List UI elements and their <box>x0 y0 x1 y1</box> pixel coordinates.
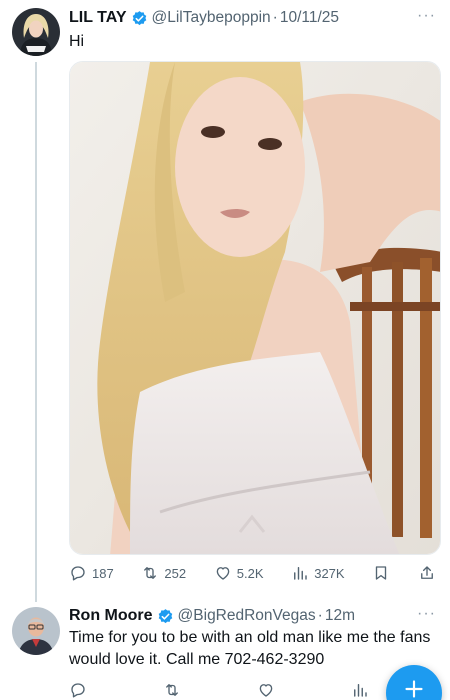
reply-reply-button[interactable] <box>69 681 87 699</box>
bookmark-button[interactable] <box>372 564 390 582</box>
reply-text: Time for you to be with an old man like … <box>69 629 431 668</box>
repost-icon <box>144 567 157 579</box>
share-icon <box>421 566 433 579</box>
more-options-icon[interactable]: ··· <box>417 605 436 623</box>
tweet-actions: 187 252 5.2K 327K <box>69 561 436 585</box>
heart-icon <box>259 684 273 697</box>
main-tweet[interactable]: LIL TAY @LilTaybepoppin · 10/11/25 ··· H… <box>0 0 450 595</box>
verified-badge-icon <box>157 608 174 625</box>
tweet-text: Hi <box>69 33 85 50</box>
heart-icon <box>216 567 230 580</box>
share-button[interactable] <box>418 564 436 582</box>
views-button[interactable]: 327K <box>291 564 345 582</box>
tweet-photo[interactable] <box>69 61 441 555</box>
plus-icon <box>405 680 423 698</box>
reply-time[interactable]: 12m <box>325 607 355 625</box>
separator: · <box>317 607 323 624</box>
reply-header: Ron Moore @BigRedRonVegas · 12m ··· <box>69 605 436 627</box>
verified-badge-icon <box>131 10 148 27</box>
reply-button[interactable]: 187 <box>69 564 114 582</box>
repost-count: 252 <box>164 565 187 581</box>
separator: · <box>272 9 278 26</box>
reply-icon <box>71 683 85 698</box>
reply-count: 187 <box>92 565 114 581</box>
reply-author-name[interactable]: Ron Moore <box>69 607 153 625</box>
repost-button[interactable]: 252 <box>141 564 186 582</box>
views-icon <box>294 567 307 580</box>
more-options-icon[interactable]: ··· <box>417 7 436 25</box>
author-name[interactable]: LIL TAY <box>69 9 127 27</box>
tweet-date[interactable]: 10/11/25 <box>280 9 339 27</box>
views-icon <box>354 684 367 697</box>
reply-like-button[interactable] <box>257 681 275 699</box>
reply-views-button[interactable] <box>351 681 369 699</box>
like-count: 5.2K <box>236 565 264 581</box>
reply-repost-button[interactable] <box>163 681 181 699</box>
repost-icon <box>166 684 178 696</box>
avatar[interactable] <box>12 8 60 56</box>
like-button[interactable]: 5.2K <box>214 564 264 582</box>
reply-actions <box>69 679 369 700</box>
view-count: 327K <box>314 565 345 581</box>
reply-icon <box>71 566 85 581</box>
author-handle[interactable]: @LilTaybepoppin <box>152 9 271 27</box>
tweet-header: LIL TAY @LilTaybepoppin · 10/11/25 ··· <box>69 7 436 29</box>
bookmark-icon <box>376 566 387 580</box>
reply-author-handle[interactable]: @BigRedRonVegas <box>178 607 316 625</box>
reply-avatar[interactable] <box>12 607 60 655</box>
